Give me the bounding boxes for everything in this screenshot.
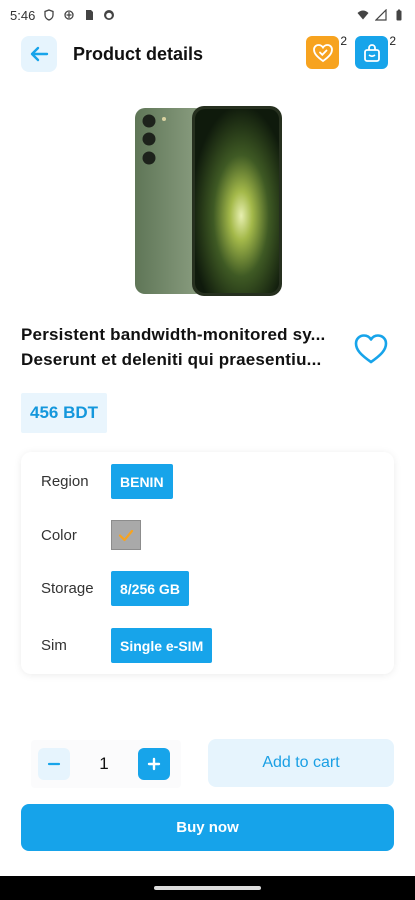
cart-count-badge: 2 [389,34,396,48]
smartphone-image [135,106,282,296]
quantity-stepper: 1 [31,740,181,788]
data-saver-icon [64,10,74,20]
plus-icon [147,757,161,771]
product-name: Persistent bandwidth-monitored sy... Des… [21,322,346,372]
sim-card-icon [86,10,94,20]
variant-row-color: Color [41,520,141,550]
arrow-left-icon [30,46,49,62]
decrease-quantity-button[interactable] [38,748,70,780]
status-time: 5:46 [10,7,36,23]
face-icon [104,10,115,20]
check-icon [118,529,134,542]
variant-label-region: Region [41,473,89,490]
wifi-icon [357,10,369,20]
product-image[interactable] [134,106,282,296]
minus-icon [47,762,61,766]
add-to-cart-button[interactable]: Add to cart [208,739,394,787]
variant-label-sim: Sim [41,637,67,654]
product-name-line-2: Deserunt et deleniti qui praesentiu... [21,350,322,369]
region-option-chip[interactable]: BENIN [111,464,173,499]
product-name-line-1: Persistent bandwidth-monitored sy... [21,325,326,344]
cart-button[interactable]: 2 [355,34,396,69]
shopping-bag-icon [363,43,380,62]
wishlist-button[interactable]: 2 [306,34,347,69]
variant-label-color: Color [41,526,77,544]
price-badge: 456 BDT [21,393,108,433]
heart-outline-icon[interactable] [353,331,389,367]
shield-icon [44,9,54,21]
variant-label-storage: Storage [41,580,94,597]
page-title: Product details [73,44,204,64]
status-bar: 5:46 [0,0,415,30]
signal-icon [375,9,387,21]
variants-card: Region BENIN Color Storage 8/256 GB Sim … [21,452,394,674]
quantity-value: 1 [99,754,109,773]
color-swatch[interactable] [111,520,141,550]
home-indicator[interactable] [154,886,261,890]
sim-option-chip[interactable]: Single e-SIM [111,628,213,663]
variant-row-sim: Sim Single e-SIM [41,628,213,663]
system-navigation-bar [0,876,415,900]
variant-row-storage: Storage 8/256 GB [41,571,189,606]
variant-row-region: Region BENIN [41,464,173,499]
battery-icon [396,9,402,21]
app-bar: Product details 2 2 [0,30,415,80]
heart-check-icon [312,43,333,62]
increase-quantity-button[interactable] [138,748,170,780]
storage-option-chip[interactable]: 8/256 GB [111,571,189,606]
wishlist-count-badge: 2 [340,34,347,48]
buy-now-button[interactable]: Buy now [21,804,394,851]
back-button[interactable] [21,36,57,72]
